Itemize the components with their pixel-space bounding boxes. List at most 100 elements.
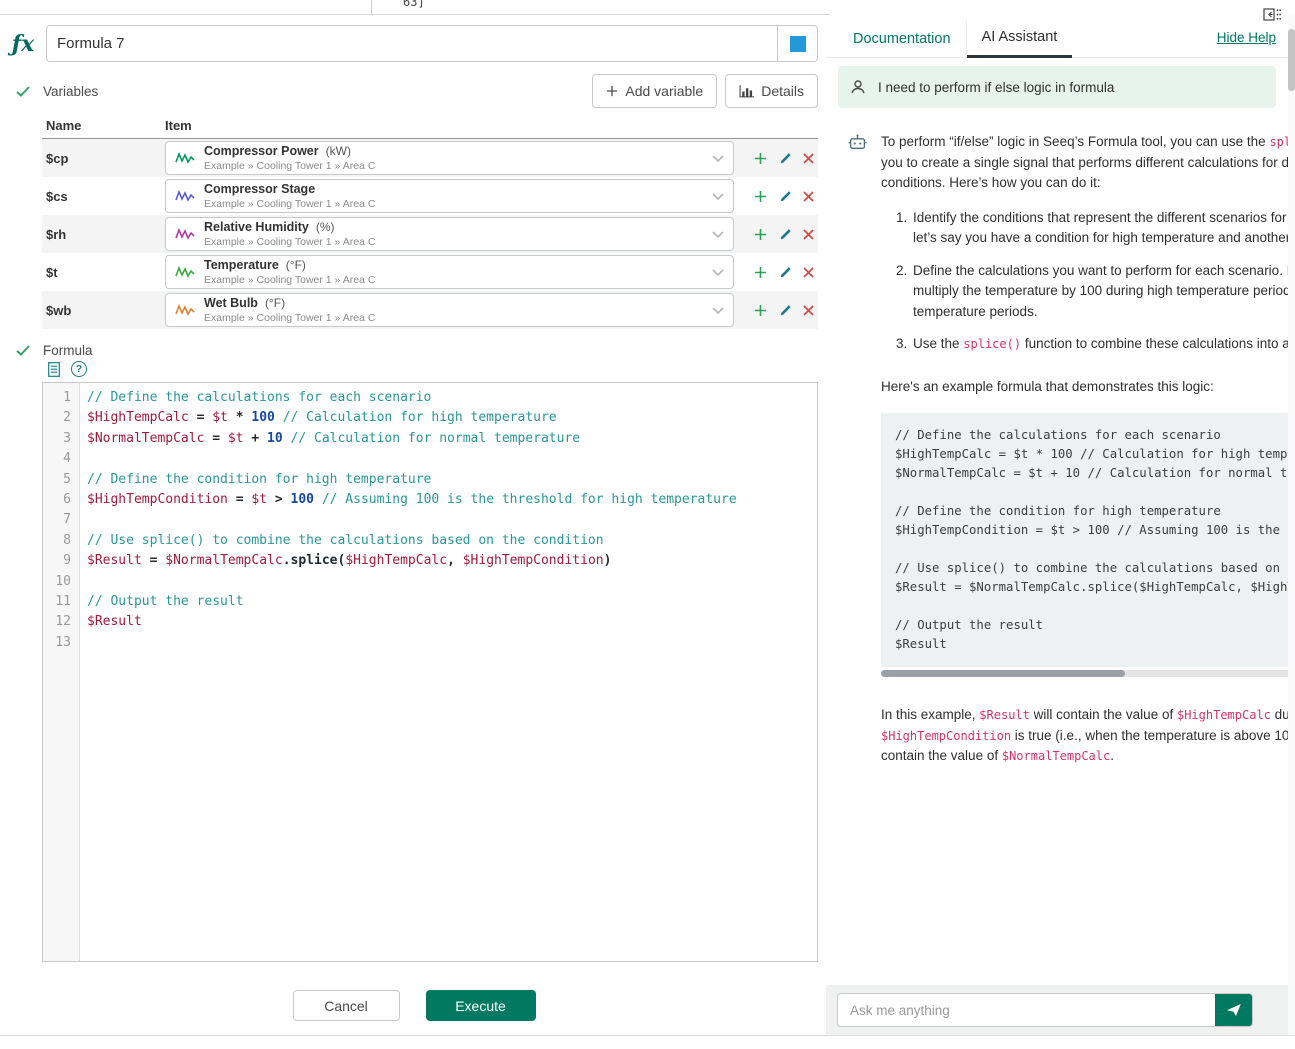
edit-variable-button[interactable] (779, 152, 792, 165)
user-message: I need to perform if else logic in formu… (838, 66, 1276, 108)
chevron-down-icon (712, 307, 724, 314)
variable-item-select[interactable]: Compressor Stage Example » Cooling Tower… (165, 179, 734, 213)
editor-gutter: 12345678910111213 (43, 383, 80, 961)
add-row-icon (754, 152, 767, 165)
variable-name: $cp (42, 151, 165, 166)
remove-x-icon (803, 191, 814, 202)
item-title: Wet Bulb (204, 296, 258, 310)
edit-variable-button[interactable] (779, 304, 792, 317)
code-line[interactable]: // Define the calculations for each scen… (87, 388, 817, 408)
variable-item-select[interactable]: Relative Humidity(%) Example » Cooling T… (165, 217, 734, 251)
variable-item-select[interactable]: Wet Bulb(°F) Example » Cooling Tower 1 »… (165, 293, 734, 327)
code-line[interactable] (87, 449, 817, 469)
variables-table: Name Item $cp Compressor Power(kW) Examp… (42, 118, 818, 329)
item-title: Temperature (204, 258, 279, 272)
horizontal-scrollbar[interactable] (881, 670, 1288, 677)
edit-variable-button[interactable] (779, 266, 792, 279)
code-line[interactable] (87, 633, 817, 653)
remove-variable-button[interactable] (803, 267, 814, 278)
assistant-code-line: $Result = $NormalTempCalc.splice($HighTe… (895, 578, 1288, 597)
add-row-button[interactable] (754, 304, 767, 317)
help-panel: Documentation AI Assistant Hide Help I n… (826, 15, 1288, 1035)
item-title: Compressor Power (204, 144, 319, 158)
assistant-conclusion: In this example, $Result will contain th… (881, 705, 1288, 767)
add-row-button[interactable] (754, 152, 767, 165)
remove-x-icon (803, 305, 814, 316)
remove-variable-button[interactable] (803, 229, 814, 240)
assistant-code-line: $HighTempCondition = $t > 100 // Assumin… (895, 521, 1288, 540)
hide-help-link[interactable]: Hide Help (1217, 30, 1276, 57)
expand-panel-icon (1263, 5, 1282, 24)
row-actions (754, 304, 818, 317)
item-unit: (%) (316, 220, 335, 234)
row-actions (754, 228, 818, 241)
line-number: 10 (43, 572, 79, 592)
chevron-down-icon (712, 269, 724, 276)
formula-help-button[interactable]: ? (71, 361, 87, 377)
formula-doc-icon (48, 362, 60, 377)
background-partial-text: 63] (403, 0, 425, 9)
expand-panel-button[interactable] (1263, 5, 1282, 27)
remove-variable-button[interactable] (803, 191, 814, 202)
edit-variable-button[interactable] (779, 228, 792, 241)
signal-waveform-icon (175, 189, 195, 203)
assistant-code-block: // Define the calculations for each scen… (881, 413, 1288, 667)
item-text: Relative Humidity(%) Example » Cooling T… (204, 220, 703, 248)
vertical-scrollbar-thumb[interactable] (1288, 29, 1295, 91)
add-row-button[interactable] (754, 266, 767, 279)
assistant-step: Identify the conditions that represent t… (911, 208, 1288, 249)
cancel-button[interactable]: Cancel (293, 990, 400, 1021)
formula-toolbar: ? (48, 360, 818, 378)
ask-input[interactable] (838, 994, 1215, 1026)
code-line[interactable]: // Define the condition for high tempera… (87, 470, 817, 490)
assistant-message: To perform “if/else” logic in Seeq’s For… (838, 108, 1276, 781)
variable-item-select[interactable]: Temperature(°F) Example » Cooling Tower … (165, 255, 734, 289)
code-line[interactable] (87, 510, 817, 530)
add-row-button[interactable] (754, 190, 767, 203)
code-line[interactable]: $NormalTempCalc = $t + 10 // Calculation… (87, 429, 817, 449)
formula-document-button[interactable] (48, 362, 60, 377)
assistant-code-line: $Result (895, 635, 1288, 654)
formula-tool-screen: 63] ƒx Variables Add variable (0, 0, 1295, 1049)
assistant-code-line: // Define the calculations for each scen… (895, 426, 1288, 445)
line-number: 8 (43, 531, 79, 551)
send-button[interactable] (1215, 994, 1252, 1026)
details-button[interactable]: Details (725, 74, 818, 108)
line-number: 5 (43, 470, 79, 490)
execute-button[interactable]: Execute (426, 990, 536, 1021)
color-picker-button[interactable] (778, 26, 817, 61)
code-line[interactable]: $HighTempCalc = $t * 100 // Calculation … (87, 408, 817, 428)
assistant-step: Define the calculations you want to perf… (911, 261, 1288, 323)
line-number: 4 (43, 449, 79, 469)
line-number: 3 (43, 429, 79, 449)
edit-variable-button[interactable] (779, 190, 792, 203)
code-line[interactable]: $Result = $NormalTempCalc.splice($HighTe… (87, 551, 817, 571)
vertical-scrollbar[interactable] (1288, 15, 1295, 1035)
code-line[interactable]: $Result (87, 612, 817, 632)
chevron-down-icon (712, 155, 724, 162)
formula-name-input[interactable] (47, 26, 778, 61)
editor-code[interactable]: // Define the calculations for each scen… (80, 383, 817, 961)
assistant-code-line: // Define the condition for high tempera… (895, 502, 1288, 521)
horizontal-scrollbar-thumb[interactable] (881, 670, 1125, 677)
line-number: 6 (43, 490, 79, 510)
add-row-button[interactable] (754, 228, 767, 241)
remove-variable-button[interactable] (803, 153, 814, 164)
code-line[interactable] (87, 572, 817, 592)
code-line[interactable]: $HighTempCondition = $t > 100 // Assumin… (87, 490, 817, 510)
item-text: Wet Bulb(°F) Example » Cooling Tower 1 »… (204, 296, 703, 324)
tab-ai-assistant[interactable]: AI Assistant (967, 19, 1073, 58)
assistant-code-wrap: // Define the calculations for each scen… (881, 413, 1288, 677)
formula-editor[interactable]: 12345678910111213 // Define the calculat… (42, 382, 818, 962)
code-line[interactable]: // Output the result (87, 592, 817, 612)
line-number: 7 (43, 510, 79, 530)
add-variable-button[interactable]: Add variable (592, 74, 717, 108)
variable-item-select[interactable]: Compressor Power(kW) Example » Cooling T… (165, 141, 734, 175)
code-line[interactable]: // Use splice() to combine the calculati… (87, 531, 817, 551)
remove-variable-button[interactable] (803, 305, 814, 316)
inline-code: $NormalTempCalc (1002, 749, 1110, 763)
bot-icon-column (848, 132, 868, 781)
inline-code: $HighTempCalc (1177, 708, 1271, 722)
background-divider (371, 0, 372, 15)
tab-documentation[interactable]: Documentation (838, 21, 967, 57)
